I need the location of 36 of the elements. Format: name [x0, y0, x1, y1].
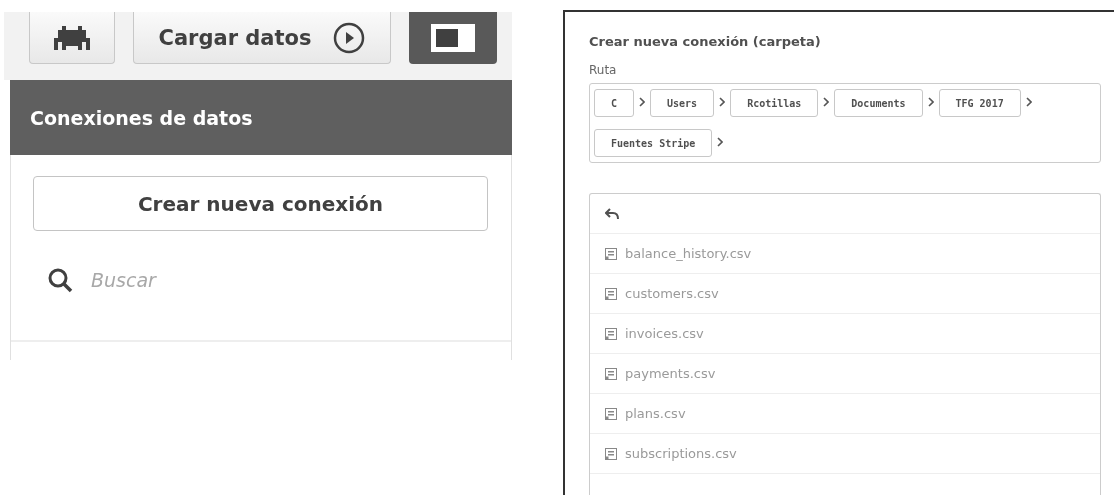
path-segment[interactable]: C: [594, 89, 635, 117]
file-icon: [605, 367, 617, 380]
chevron-icon: [639, 97, 646, 107]
chevron-icon: [717, 137, 724, 147]
file-name: customers.csv: [625, 286, 719, 301]
file-icon: [605, 407, 617, 420]
load-data-button[interactable]: Cargar datos: [133, 12, 391, 64]
debug-button[interactable]: [29, 12, 115, 64]
search-icon: [47, 267, 73, 293]
play-icon: [333, 21, 366, 54]
dialog-title: Crear nueva conexión (carpeta): [589, 34, 822, 49]
robot-icon: [54, 25, 90, 50]
path-label: Ruta: [589, 63, 618, 77]
file-name: payments.csv: [625, 366, 716, 381]
path-segment[interactable]: Users: [650, 89, 715, 117]
chevron-icon: [1025, 97, 1032, 107]
chevron-icon: [927, 97, 934, 107]
file-name: subscriptions.csv: [625, 446, 737, 461]
file-name: plans.csv: [625, 406, 686, 421]
chevron-icon: [823, 97, 830, 107]
panel-icon: [431, 24, 475, 52]
path-segment[interactable]: Documents: [834, 89, 923, 117]
path-segment[interactable]: TFG 2017: [938, 89, 1021, 117]
file-name: invoices.csv: [625, 326, 704, 341]
back-arrow-icon[interactable]: [605, 207, 619, 220]
panel-title: Conexiones de datos: [30, 106, 253, 129]
file-icon: [605, 247, 617, 260]
file-icon: [605, 327, 617, 340]
path-segment[interactable]: Rcotillas: [730, 89, 819, 117]
create-connection-button[interactable]: Crear nueva conexión: [33, 176, 488, 231]
file-icon: [605, 447, 617, 460]
panel-toggle-button[interactable]: [409, 12, 497, 64]
chevron-icon: [719, 97, 726, 107]
file-name: balance_history.csv: [625, 246, 752, 261]
path-segment[interactable]: Fuentes Stripe: [594, 129, 713, 157]
file-icon: [605, 287, 617, 300]
